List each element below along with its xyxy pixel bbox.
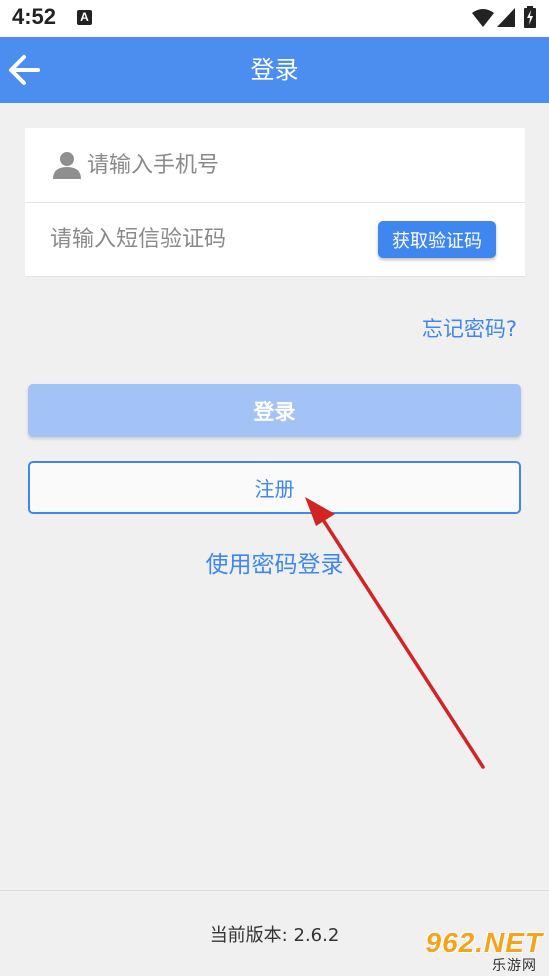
phone-row xyxy=(25,128,525,203)
sms-code-input[interactable] xyxy=(50,202,370,276)
version-value: 2.6.2 xyxy=(293,925,340,946)
user-icon xyxy=(53,152,81,179)
status-time: 4:52 xyxy=(12,4,57,29)
login-form: 获取验证码 xyxy=(25,128,525,277)
battery-charging-icon xyxy=(524,6,536,28)
version-label: 当前版本: xyxy=(209,925,288,946)
sms-code-row: 获取验证码 xyxy=(25,202,525,277)
status-bar: 4:52 A xyxy=(0,0,549,37)
app-header: 登录 xyxy=(0,37,549,103)
watermark-sub: 乐游网 xyxy=(492,958,537,974)
arrow-left-icon[interactable] xyxy=(8,54,42,86)
signal-icon xyxy=(497,8,515,27)
register-button[interactable]: 注册 xyxy=(28,461,521,514)
page-title: 登录 xyxy=(250,56,299,84)
get-code-button[interactable]: 获取验证码 xyxy=(378,221,496,258)
a-notification-icon: A xyxy=(77,10,92,25)
wifi-icon xyxy=(472,9,494,27)
login-screen: 4:52 A 登录 获取验证码 xyxy=(0,0,549,976)
forgot-password-link[interactable]: 忘记密码? xyxy=(422,313,517,343)
password-login-link[interactable]: 使用密码登录 xyxy=(0,545,549,579)
login-button[interactable]: 登录 xyxy=(28,384,521,437)
watermark-logo: 962.NET 乐游网 xyxy=(415,927,543,974)
phone-input[interactable] xyxy=(87,128,507,202)
footer: 当前版本: 2.6.2 962.NET 乐游网 xyxy=(0,890,549,976)
